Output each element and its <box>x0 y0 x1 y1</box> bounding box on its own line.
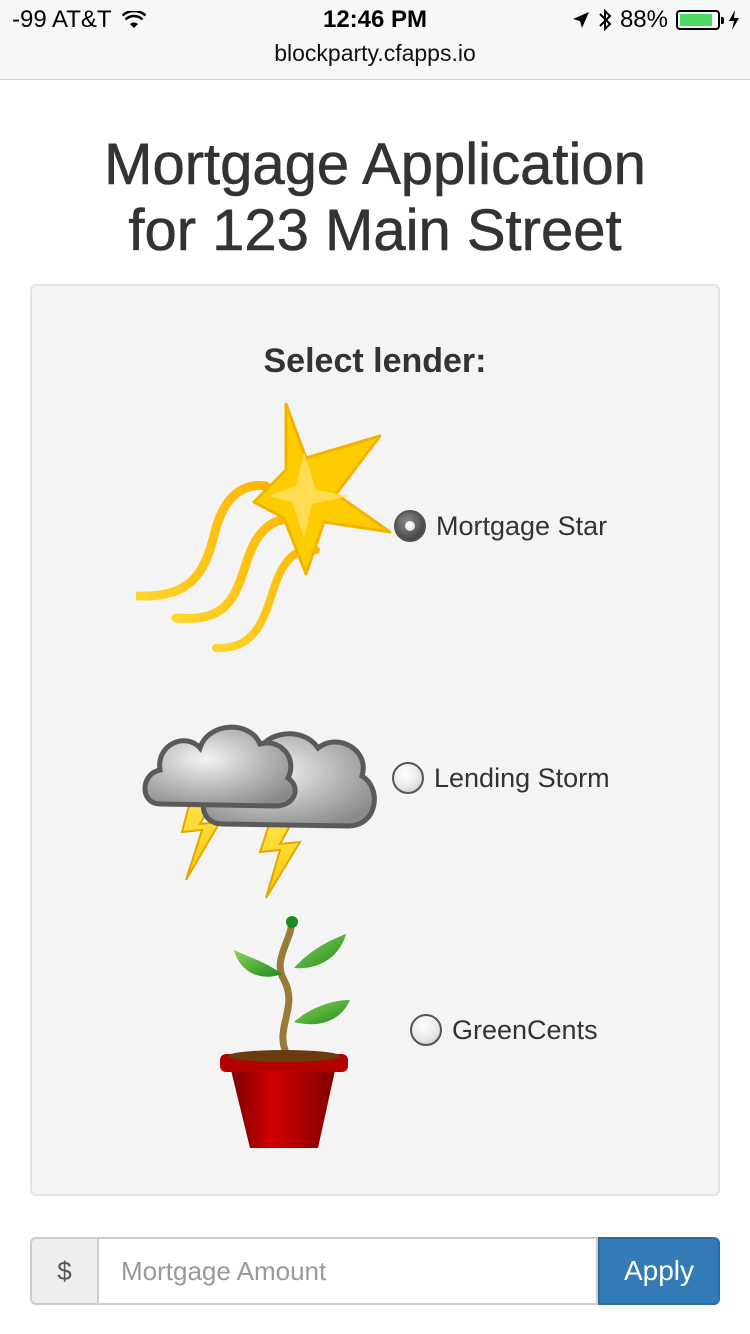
status-right: 88% <box>572 6 740 34</box>
shooting-star-icon <box>136 402 392 653</box>
greencents-radio[interactable] <box>410 1014 442 1046</box>
greencents-label: GreenCents <box>452 1014 598 1045</box>
lender-option-lending-storm: Lending Storm <box>32 656 718 906</box>
lender-option-greencents: GreenCents <box>32 906 718 1166</box>
lending-storm-radio[interactable] <box>392 762 424 794</box>
mortgage-amount-input[interactable] <box>97 1237 598 1305</box>
title-line-2: for 123 Main Street <box>128 198 622 264</box>
battery-level <box>680 14 712 26</box>
battery-percent: 88% <box>619 6 668 33</box>
mortgage-star-radio[interactable] <box>394 510 426 542</box>
status-bar: -99 AT&T 12:46 PM 88% blockparty.cfapps.… <box>0 0 750 80</box>
lender-option-mortgage-star: Mortgage Star <box>32 286 718 666</box>
potted-plant-icon <box>220 916 350 1148</box>
storm-cloud-icon <box>142 724 377 899</box>
address-bar-url[interactable]: blockparty.cfapps.io <box>0 40 750 67</box>
mortgage-amount-group: $ Apply <box>30 1237 720 1305</box>
mortgage-star-choice[interactable]: Mortgage Star <box>394 510 607 542</box>
apply-button[interactable]: Apply <box>598 1237 720 1305</box>
currency-addon: $ <box>30 1237 97 1305</box>
lender-panel: Select lender: Mortgage Star Lending Sto… <box>30 284 720 1196</box>
lending-storm-label: Lending Storm <box>434 762 610 793</box>
mortgage-star-label: Mortgage Star <box>436 510 608 541</box>
greencents-choice[interactable]: GreenCents <box>410 1014 598 1046</box>
title-line-1: Mortgage Application <box>104 132 646 198</box>
lending-storm-choice[interactable]: Lending Storm <box>392 762 610 794</box>
bluetooth-icon <box>599 8 612 32</box>
page-title: Mortgage Application for 123 Main Street <box>0 132 750 264</box>
battery-icon <box>676 10 724 30</box>
charging-bolt-icon <box>729 10 739 30</box>
location-arrow-icon <box>572 12 589 28</box>
